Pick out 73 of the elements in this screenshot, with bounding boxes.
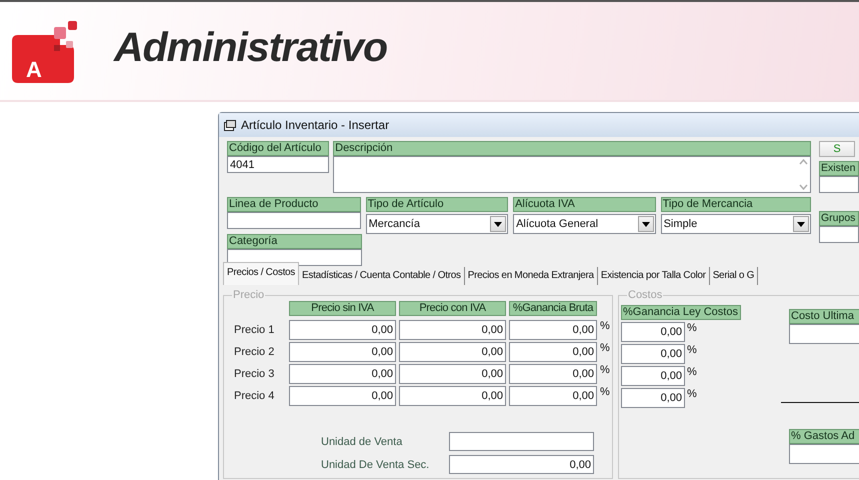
- code-field[interactable]: 4041: [227, 156, 330, 173]
- dropdown[interactable]: Alícuota General: [513, 214, 656, 234]
- stock-field[interactable]: [819, 176, 859, 193]
- field-label: Código del Artículo: [227, 141, 330, 156]
- field-label: Existen: [819, 161, 859, 176]
- number-field[interactable]: 0,00: [289, 342, 396, 362]
- unit-label: %: [687, 366, 697, 378]
- last-cost-field[interactable]: [789, 324, 859, 344]
- unit-label: %: [600, 364, 611, 376]
- field-label: Descripción: [333, 141, 811, 156]
- tab[interactable]: Precios en Moneda Extranjera: [464, 267, 598, 285]
- tab[interactable]: Serial o G: [710, 267, 758, 285]
- row-label: Precio 2: [234, 346, 276, 358]
- field-label: Tipo de Artículo: [366, 197, 508, 212]
- expenses-field[interactable]: [789, 444, 859, 464]
- app-title: Administrativo: [114, 24, 388, 70]
- unit-label: %: [687, 322, 697, 334]
- dropdown[interactable]: Mercancía: [366, 214, 508, 234]
- dropdown-arrow-icon: [494, 222, 502, 226]
- description-field[interactable]: [333, 156, 811, 193]
- unit-label: %: [687, 388, 697, 400]
- unit-label: %: [600, 342, 611, 354]
- field-label: Linea de Producto: [227, 197, 361, 212]
- groups-field[interactable]: [819, 226, 859, 243]
- number-field[interactable]: 0,00: [621, 344, 685, 364]
- field-label: Grupos: [819, 211, 859, 226]
- number-field[interactable]: 0,00: [289, 320, 396, 340]
- scroll-down-icon: [799, 184, 808, 190]
- field-label: Categoría: [227, 234, 362, 249]
- field-label: Unidad De Venta Sec.: [321, 458, 430, 470]
- number-field[interactable]: 0,00: [509, 364, 597, 384]
- column-header: %Ganancia Bruta: [509, 301, 597, 316]
- number-field[interactable]: 0,00: [509, 320, 597, 340]
- number-field[interactable]: 0,00: [399, 386, 506, 406]
- group-title: Costos: [627, 289, 664, 301]
- number-field[interactable]: 0,00: [509, 386, 597, 406]
- row-label: Precio 3: [234, 368, 276, 380]
- dropdown-arrow-icon: [797, 222, 805, 226]
- unit-label: %: [600, 320, 611, 332]
- number-field[interactable]: 0,00: [399, 342, 506, 362]
- window-title: Artículo Inventario - Insertar: [241, 118, 390, 132]
- field-label: Tipo de Mercancia: [660, 197, 811, 212]
- row-label: Precio 4: [234, 390, 276, 402]
- number-field[interactable]: 0,00: [621, 388, 685, 408]
- unit-label: %: [687, 344, 697, 356]
- number-field[interactable]: 0,00: [621, 322, 685, 342]
- field-label: Costo Ultima: [789, 309, 859, 324]
- dropdown-arrow-icon: [642, 222, 650, 226]
- secondary-unit-field[interactable]: 0,00: [449, 455, 594, 474]
- product-line-field[interactable]: [227, 212, 361, 229]
- group-title: Precio: [232, 289, 266, 301]
- dropdown[interactable]: Simple: [660, 214, 811, 234]
- scroll-up-icon: [799, 159, 808, 165]
- number-field[interactable]: 0,00: [289, 364, 396, 384]
- field-label: Unidad de Venta: [321, 436, 404, 448]
- row-label: Precio 1: [234, 324, 276, 336]
- column-header: Precio con IVA: [399, 301, 506, 316]
- save-button[interactable]: S: [819, 141, 855, 157]
- tab[interactable]: Precios / Costos: [223, 262, 300, 285]
- number-field[interactable]: 0,00: [399, 364, 506, 384]
- sales-unit-field[interactable]: [449, 432, 594, 451]
- number-field[interactable]: 0,00: [509, 342, 597, 362]
- field-label: Alícuota IVA: [513, 197, 656, 212]
- column-header: %Ganancia Ley Costos: [621, 305, 741, 320]
- window-icon: [224, 120, 236, 130]
- field-label: % Gastos Ad: [789, 429, 859, 444]
- tab[interactable]: Estadísticas / Cuenta Contable / Otros: [299, 267, 465, 285]
- tab[interactable]: Existencia por Talla Color: [598, 267, 710, 285]
- number-field[interactable]: 0,00: [399, 320, 506, 340]
- unit-label: %: [600, 386, 611, 398]
- column-header: Precio sin IVA: [289, 301, 396, 316]
- number-field[interactable]: 0,00: [621, 366, 685, 386]
- number-field[interactable]: 0,00: [289, 386, 396, 406]
